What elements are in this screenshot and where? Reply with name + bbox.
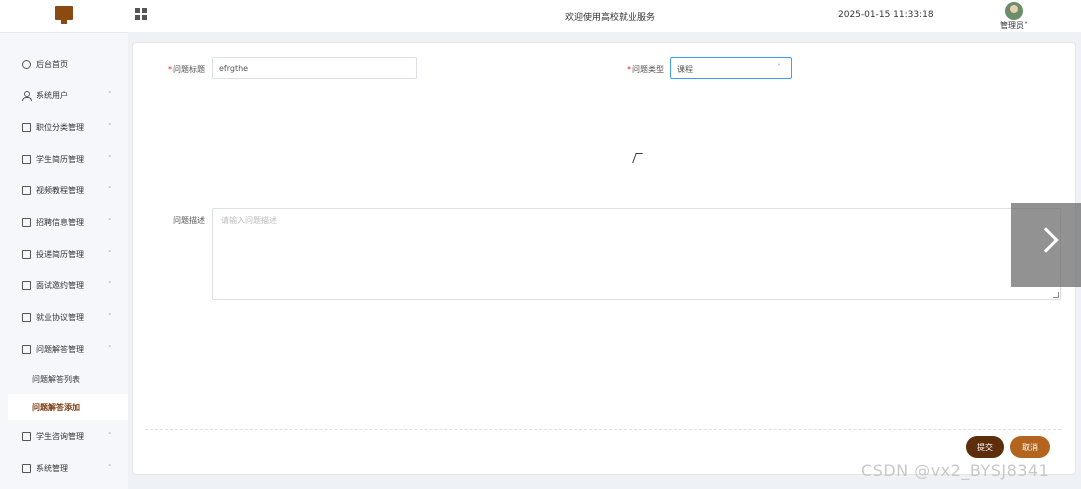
type-select[interactable]: 课程 ˅: [670, 57, 792, 79]
sidebar-item-label: 系统管理: [36, 463, 68, 473]
chevron-down-icon: ˅: [108, 155, 112, 163]
sidebar-item-label: 职位分类管理: [36, 122, 84, 132]
chevron-down-icon: ˅: [108, 123, 112, 131]
top-bar: 欢迎使用高校就业服务 2025-01-15 11:33:18 管理员˅: [0, 0, 1081, 32]
chevron-down-icon: ˅: [108, 313, 112, 321]
resize-handle-icon[interactable]: [1053, 292, 1059, 298]
welcome-text: 欢迎使用高校就业服务: [564, 13, 655, 23]
sidebar-item-resume[interactable]: 学生简历管理 ˅: [0, 149, 128, 169]
chevron-down-icon: ˅: [108, 432, 112, 440]
cancel-button[interactable]: 取消: [1010, 436, 1050, 458]
watermark: CSDN @vx2_BYSJ8341: [861, 461, 1050, 480]
clock-icon: [22, 59, 31, 69]
chevron-down-icon: ˅: [108, 91, 112, 99]
sidebar-item-label: 招聘信息管理: [36, 217, 84, 227]
sidebar-item-label: 后台首页: [36, 59, 68, 69]
desc-textarea[interactable]: 请输入问题描述: [212, 208, 1061, 300]
menu-icon: [22, 280, 31, 290]
desc-label: 问题描述: [173, 216, 205, 225]
sidebar-item-consult[interactable]: 学生咨询管理 ˅: [0, 426, 128, 446]
sidebar-item-label: 就业协议管理: [36, 312, 84, 322]
menu-icon: [22, 185, 31, 195]
datetime-display: 2025-01-15 11:33:18: [838, 10, 934, 20]
avatar[interactable]: [1005, 2, 1023, 20]
sidebar: 后台首页 系统用户 ˅ 职位分类管理 ˅ 学生简历管理 ˅ 视频教程管理 ˅ 招…: [0, 32, 128, 489]
title-label: *问题标题: [168, 65, 205, 74]
sidebar-item-agreement[interactable]: 就业协议管理 ˅: [0, 307, 128, 327]
menu-icon: [22, 154, 31, 164]
sidebar-item-label: 问题解答管理: [36, 344, 84, 354]
sidebar-item-system-users[interactable]: 系统用户 ˅: [0, 85, 128, 105]
sidebar-item-video[interactable]: 视频教程管理 ˅: [0, 180, 128, 200]
menu-icon: [22, 249, 31, 259]
submit-button[interactable]: 提交: [966, 436, 1004, 458]
sidebar-item-home[interactable]: 后台首页: [0, 54, 128, 74]
type-label: *问题类型: [627, 65, 664, 74]
sidebar-item-label: 视频教程管理: [36, 185, 84, 195]
menu-icon: [22, 344, 31, 354]
sidebar-subitem-qa-add[interactable]: 问题解答添加: [8, 394, 128, 420]
chevron-down-icon: ˅: [108, 218, 112, 226]
sidebar-item-label: 面试邀约管理: [36, 280, 84, 290]
chevron-down-icon: ˅: [108, 250, 112, 258]
sidebar-item-label: 系统用户: [36, 90, 68, 100]
title-input[interactable]: efrgthe: [212, 57, 417, 79]
menu-icon: [22, 431, 31, 441]
next-slide-button[interactable]: [1011, 203, 1081, 287]
menu-icon: [22, 217, 31, 227]
chevron-down-icon: ˅: [108, 464, 112, 472]
sidebar-item-label: 投递简历管理: [36, 249, 84, 259]
sidebar-item-recruit[interactable]: 招聘信息管理 ˅: [0, 212, 128, 232]
chevron-up-icon: ˄: [108, 345, 112, 353]
user-menu[interactable]: 管理员˅: [1000, 20, 1028, 31]
sidebar-subitem-qa-list[interactable]: 问题解答列表: [8, 366, 128, 392]
sidebar-item-interview[interactable]: 面试邀约管理 ˅: [0, 275, 128, 295]
sidebar-item-system[interactable]: 系统管理 ˅: [0, 458, 128, 478]
chevron-down-icon: ˅: [108, 186, 112, 194]
monitor-logo-icon: [55, 6, 73, 24]
chevron-down-icon: ˅: [108, 281, 112, 289]
sidebar-item-qa[interactable]: 问题解答管理 ˄: [0, 339, 128, 359]
form-divider: [145, 429, 1061, 430]
user-icon: [22, 90, 32, 101]
menu-icon: [22, 312, 31, 322]
sidebar-item-label: 学生简历管理: [36, 154, 84, 164]
grid-menu-icon[interactable]: [135, 8, 147, 20]
sidebar-item-job-category[interactable]: 职位分类管理 ˅: [0, 117, 128, 137]
type-select-value: 课程: [677, 65, 693, 74]
menu-icon: [22, 122, 31, 132]
folder-icon: [22, 463, 31, 473]
sidebar-item-label: 学生咨询管理: [36, 431, 84, 441]
chevron-right-icon: [1033, 227, 1059, 253]
chevron-down-icon: ˅: [777, 63, 781, 72]
desc-placeholder: 请输入问题描述: [221, 216, 277, 225]
sidebar-item-delivery[interactable]: 投递简历管理 ˅: [0, 244, 128, 264]
